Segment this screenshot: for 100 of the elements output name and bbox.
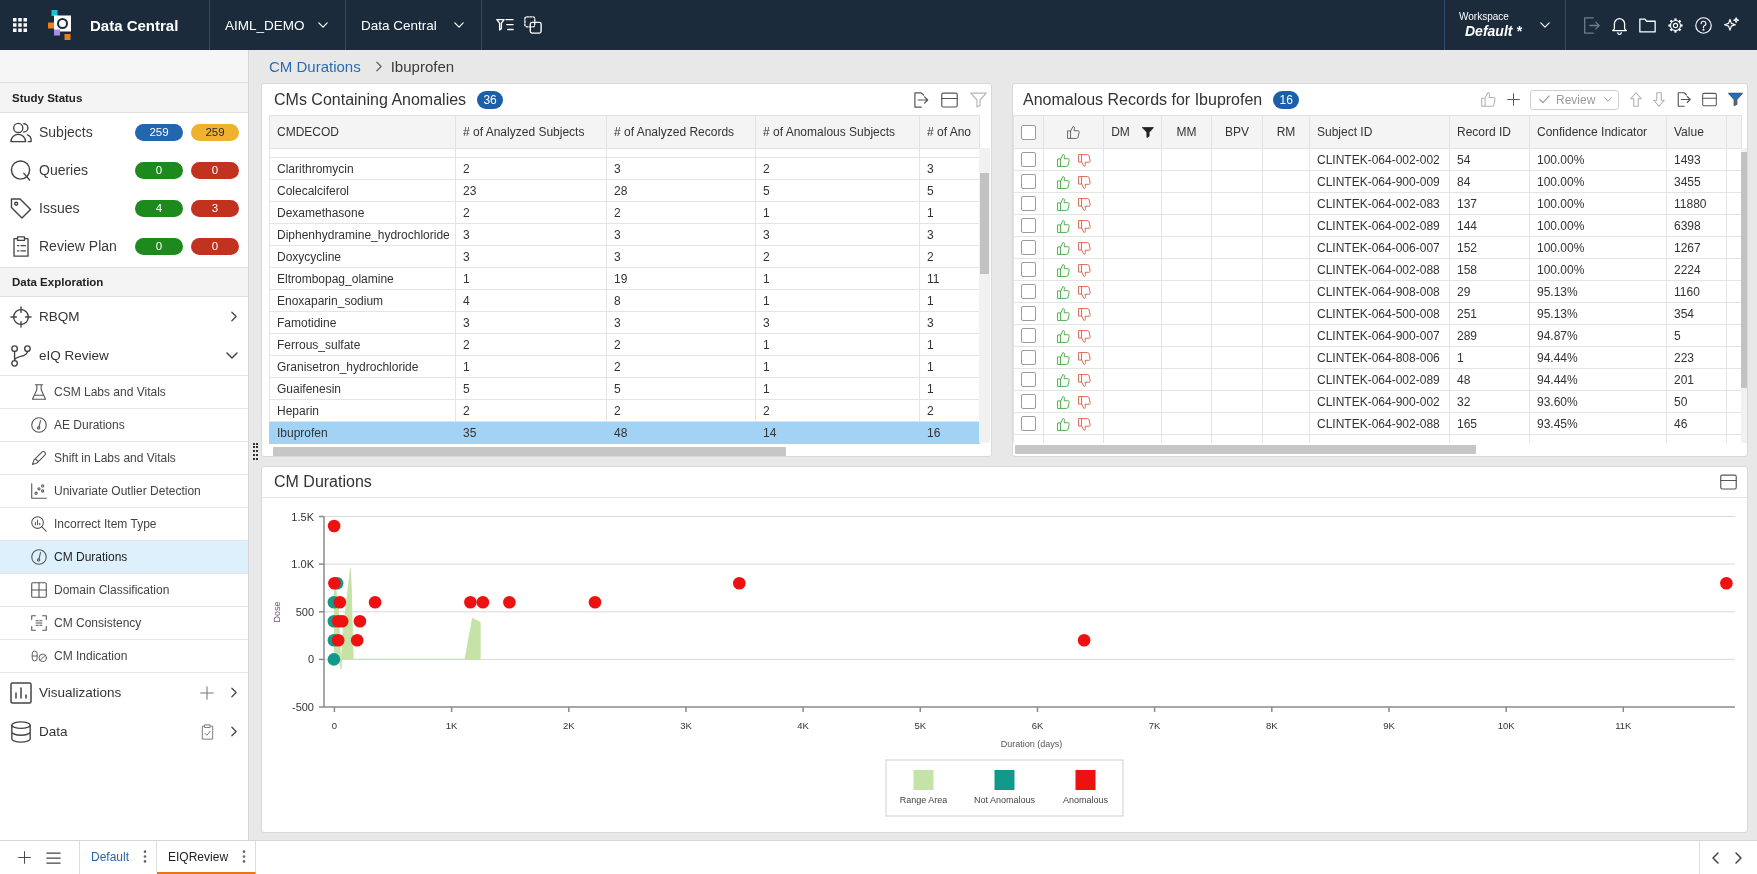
nav-item[interactable]: eIQ Review — [0, 336, 248, 375]
status-label[interactable]: Subjects — [39, 124, 93, 140]
chevron-right-icon[interactable] — [231, 311, 237, 322]
filter-list-icon[interactable] — [496, 18, 514, 32]
thumbs-down-icon[interactable] — [1077, 373, 1091, 387]
more-icon[interactable] — [242, 850, 247, 863]
layout-icon[interactable] — [941, 91, 958, 108]
row-checkbox[interactable] — [1021, 218, 1036, 234]
table-row[interactable]: Doxycycline 3 3 2 2 — [269, 245, 980, 268]
thumbs-up-icon[interactable] — [1481, 92, 1496, 107]
thumbs-up-icon[interactable] — [1056, 395, 1070, 409]
nav-subitem[interactable]: Shift in Labs and Vitals — [0, 442, 248, 475]
nav-subitem[interactable]: Univariate Outlier Detection — [0, 475, 248, 508]
row-checkbox[interactable] — [1021, 152, 1036, 168]
row-checkbox[interactable] — [1021, 328, 1036, 344]
column-header[interactable]: # of Ano — [919, 115, 980, 149]
table-row[interactable]: Clarithromycin 2 3 2 3 — [269, 157, 980, 180]
table-row[interactable]: Granisetron_hydrochloride 1 2 1 1 — [269, 355, 980, 378]
workspace-tab[interactable]: Default — [80, 841, 158, 874]
scrollbar-thumb[interactable] — [980, 173, 989, 274]
file-export-icon[interactable] — [912, 91, 929, 108]
thumbs-up-icon[interactable] — [1056, 153, 1070, 167]
vertical-scrollbar[interactable] — [979, 148, 990, 443]
thumbs-up-icon[interactable] — [1056, 351, 1070, 365]
row-checkbox[interactable] — [1021, 196, 1036, 212]
row-checkbox[interactable] — [1021, 372, 1036, 388]
thumbs-down-icon[interactable] — [1077, 307, 1091, 321]
arrow-up-icon[interactable] — [1630, 92, 1642, 107]
thumbs-down-icon[interactable] — [1077, 153, 1091, 167]
column-header[interactable]: Confidence Indicator — [1529, 115, 1667, 149]
thumbs-up-icon[interactable] — [1056, 263, 1070, 277]
folder-icon[interactable] — [1639, 16, 1656, 34]
column-header[interactable]: CMDECOD — [269, 115, 456, 149]
plus-icon[interactable] — [1507, 93, 1520, 106]
breadcrumb-link[interactable]: CM Durations — [269, 58, 361, 75]
table-row[interactable]: Famotidine 3 3 3 3 — [269, 311, 980, 334]
thumbs-down-icon[interactable] — [1077, 175, 1091, 189]
nav-item[interactable]: RBQM — [0, 297, 248, 336]
layout-icon[interactable] — [1720, 474, 1737, 490]
chevron-left-icon[interactable] — [1712, 851, 1719, 864]
nav-subitem[interactable]: AE Durations — [0, 409, 248, 442]
row-checkbox[interactable] — [1021, 394, 1036, 410]
table-row[interactable]: Diphenhydramine_hydrochloride 3 3 3 3 — [269, 223, 980, 246]
workspace-selector[interactable]: Workspace Default * — [1445, 0, 1565, 50]
sparkle-icon[interactable] — [1723, 16, 1740, 34]
nav-item[interactable]: Visualizations — [0, 673, 248, 712]
settings-icon[interactable] — [1667, 16, 1684, 34]
row-checkbox[interactable] — [1021, 262, 1036, 278]
thumbs-up-icon[interactable] — [1056, 197, 1070, 211]
scrollbar-thumb[interactable] — [1015, 445, 1476, 454]
thumbs-up-icon[interactable] — [1056, 241, 1070, 255]
row-checkbox[interactable] — [1021, 350, 1036, 366]
status-label[interactable]: Queries — [39, 162, 89, 178]
help-icon[interactable] — [1695, 16, 1712, 34]
thumbs-down-icon[interactable] — [1077, 219, 1091, 233]
nav-item[interactable]: Data — [0, 712, 248, 751]
chevron-right-icon[interactable] — [231, 726, 237, 737]
nav-subitem[interactable]: Domain Classification — [0, 574, 248, 607]
vertical-scrollbar[interactable] — [1741, 148, 1747, 443]
scrollbar-thumb[interactable] — [1741, 152, 1747, 388]
table-row[interactable]: Ferrous_sulfate 2 2 1 1 — [269, 333, 980, 356]
row-checkbox[interactable] — [1021, 240, 1036, 256]
context-dropdown[interactable]: AIML_DEMO — [210, 0, 345, 50]
thumbs-down-icon[interactable] — [1077, 197, 1091, 211]
chevron-right-icon[interactable] — [231, 687, 237, 698]
table-row[interactable]: Guaifenesin 5 5 1 1 — [269, 377, 980, 400]
thumbs-up-icon[interactable] — [1056, 417, 1070, 431]
column-header[interactable]: # of Analyzed Subjects — [455, 115, 607, 149]
more-icon[interactable] — [143, 850, 148, 863]
status-label[interactable]: Review Plan — [39, 238, 117, 254]
nav-subitem[interactable]: CM Durations — [0, 541, 248, 574]
thumbs-up-icon[interactable] — [1056, 373, 1070, 387]
column-header[interactable]: RM — [1262, 115, 1310, 149]
thumbs-up-icon[interactable] — [1056, 329, 1070, 343]
column-header[interactable]: Record ID — [1449, 115, 1530, 149]
apps-menu-icon[interactable] — [13, 18, 27, 32]
file-export-icon[interactable] — [1676, 92, 1691, 107]
select-all-checkbox[interactable] — [1021, 124, 1036, 140]
context-dropdown[interactable]: Data Central — [346, 0, 481, 50]
row-checkbox[interactable] — [1021, 306, 1036, 322]
table-row[interactable]: Colecalciferol 23 28 5 5 — [269, 179, 980, 202]
thumbs-down-icon[interactable] — [1077, 285, 1091, 299]
column-header[interactable]: Subject ID — [1309, 115, 1450, 149]
thumbs-up-icon[interactable] — [1056, 285, 1070, 299]
column-header[interactable]: # of Analyzed Records — [606, 115, 756, 149]
layout-icon[interactable] — [1702, 92, 1717, 107]
thumbs-down-icon[interactable] — [1077, 395, 1091, 409]
thumbs-up-icon[interactable] — [1056, 175, 1070, 189]
thumbs-down-icon[interactable] — [1077, 417, 1091, 431]
row-checkbox[interactable] — [1021, 174, 1036, 190]
column-header[interactable]: MM — [1161, 115, 1212, 149]
bell-icon[interactable] — [1611, 16, 1628, 34]
table-row[interactable]: Eltrombopag_olamine 1 19 1 11 — [269, 267, 980, 290]
column-header[interactable]: BPV — [1211, 115, 1263, 149]
arrow-down-icon[interactable] — [1653, 92, 1665, 107]
plus-icon[interactable] — [18, 851, 31, 864]
nav-subitem[interactable]: CSM Labs and Vitals — [0, 376, 248, 409]
clipboard-check-icon[interactable] — [201, 723, 214, 740]
thumbs-down-icon[interactable] — [1077, 351, 1091, 365]
chevron-down-icon[interactable] — [226, 352, 238, 359]
